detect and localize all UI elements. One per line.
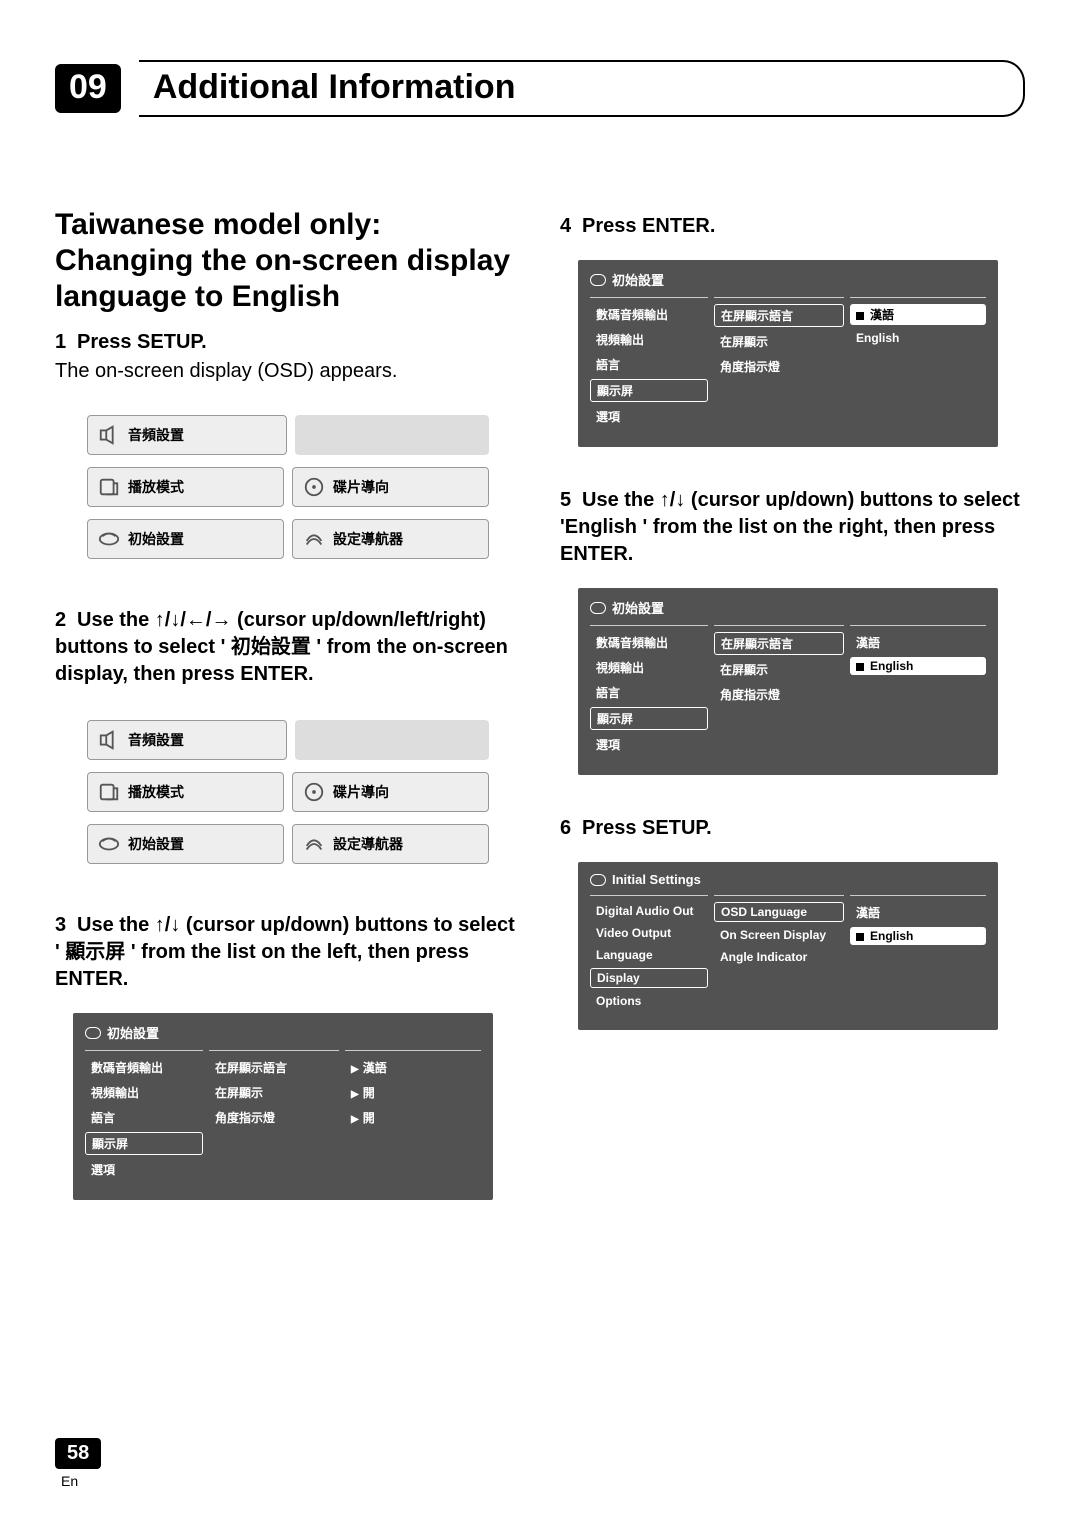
step-2-label: 2Use the ↑/↓/←/→ (cursor up/down/left/ri…: [55, 607, 520, 688]
page-number: 58: [55, 1438, 101, 1469]
chapter-header: 09 Additional Information: [55, 60, 1025, 117]
osd-panel-step6: Initial Settings Digital Audio Out Video…: [578, 862, 998, 1030]
left-column: Taiwanese model only: Changing the on-sc…: [55, 207, 520, 1240]
osd-panel-step4: 初始設置 數碼音頻輸出 視頻輸出 語言 顯示屏 選項 在屏顯示語言 在屏顯示 角…: [578, 260, 998, 447]
step-1-label: 1Press SETUP.: [55, 329, 520, 356]
osd-panel-step3: 初始設置 數碼音頻輸出 視頻輸出 語言 顯示屏 選項 在屏顯示語言 在屏顯示 角…: [73, 1013, 493, 1200]
chapter-title: Additional Information: [139, 60, 1025, 117]
step-3-label: 3Use the ↑/↓ (cursor up/down) buttons to…: [55, 912, 520, 993]
chapter-number-badge: 09: [55, 64, 121, 113]
osd-item-navigator: 設定導航器: [292, 519, 489, 559]
right-column: 4Press ENTER. 初始設置 數碼音頻輸出 視頻輸出 語言 顯示屏 選項…: [560, 207, 1025, 1240]
osd-item-playmode: 播放模式: [87, 467, 284, 507]
page-language: En: [61, 1473, 101, 1489]
osd-menu-grid-1: 音頻設置 播放模式 碟片導向 初始設置: [83, 409, 493, 565]
osd-item-audio: 音頻設置: [87, 415, 287, 455]
page-footer: 58 En: [55, 1438, 101, 1489]
step-4-label: 4Press ENTER.: [560, 213, 1025, 240]
section-heading: Taiwanese model only: Changing the on-sc…: [55, 207, 520, 315]
osd-panel-step5: 初始設置 數碼音頻輸出 視頻輸出 語言 顯示屏 選項 在屏顯示語言 在屏顯示 角…: [578, 588, 998, 775]
step-5-label: 5Use the ↑/↓ (cursor up/down) buttons to…: [560, 487, 1025, 568]
osd-item-disc: 碟片導向: [292, 467, 489, 507]
step-1-desc: The on-screen display (OSD) appears.: [55, 360, 520, 383]
step-6-label: 6Press SETUP.: [560, 815, 1025, 842]
loop-icon: [85, 1027, 101, 1039]
osd-item-initial: 初始設置: [87, 519, 284, 559]
osd-menu-grid-2: 音頻設置 播放模式 碟片導向 初始設置 設定導航器: [83, 714, 493, 870]
